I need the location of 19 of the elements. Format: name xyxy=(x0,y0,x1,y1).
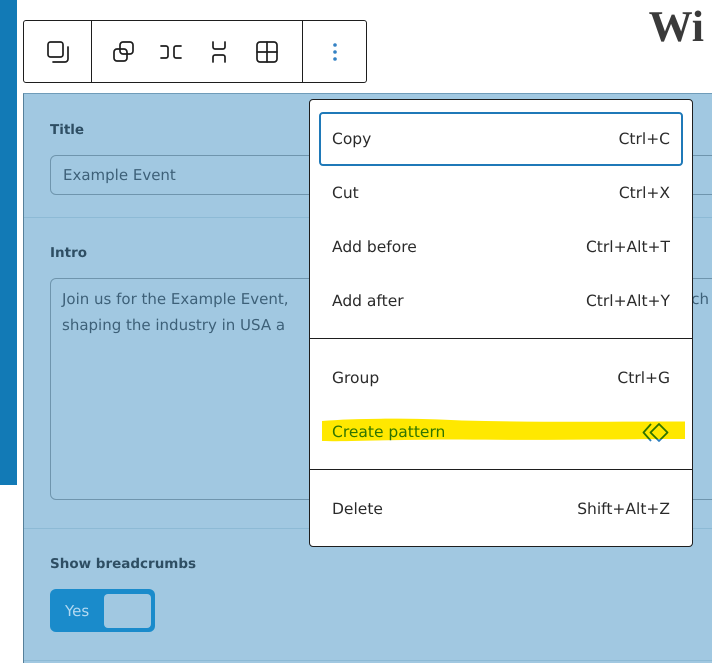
field-text: Join us for the Example Event, shaping the industry in USA a xyxy=(62,289,288,336)
knob-icon xyxy=(104,594,151,628)
overlapping-squares-icon xyxy=(112,41,134,62)
keyboard-shortcut: Ctrl+G xyxy=(617,369,670,387)
keyboard-shortcut: Ctrl+Alt+T xyxy=(586,238,670,256)
field-label: Title xyxy=(50,121,84,140)
page-heading: Wi xyxy=(648,3,704,51)
menu-item[interactable]: Copy Ctrl+C xyxy=(319,112,683,166)
diamond-chevron-icon xyxy=(642,422,669,442)
keyboard-shortcut: Ctrl+X xyxy=(618,184,670,202)
keyboard-shortcut: Shift+Alt+Z xyxy=(577,500,670,518)
field-label: Show breadcrumbs xyxy=(50,555,196,574)
horizontal-brackets-icon xyxy=(160,44,182,58)
grid-icon xyxy=(256,40,278,62)
vertical-brackets-icon xyxy=(212,40,226,62)
keyboard-shortcut: Ctrl+C xyxy=(618,130,670,148)
square-icon xyxy=(46,40,68,62)
keyboard-shortcut: Ctrl+Alt+Y xyxy=(586,292,670,310)
field-label: Intro xyxy=(50,244,88,263)
